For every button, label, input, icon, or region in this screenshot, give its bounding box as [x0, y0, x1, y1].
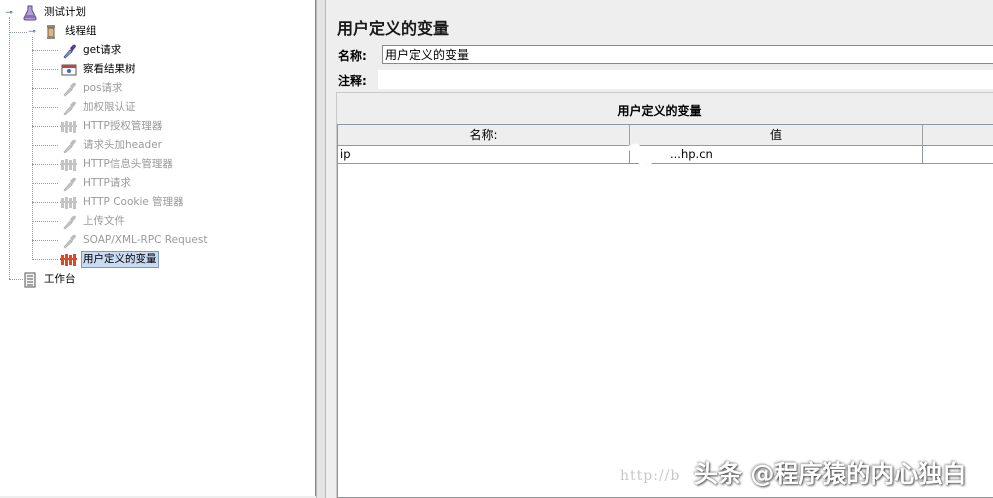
tree-connector	[32, 69, 58, 70]
column-header-description[interactable]	[923, 125, 993, 146]
tree-node-5[interactable]: 请求头加header	[60, 136, 164, 155]
tree-node-10[interactable]: SOAP/XML-RPC Request	[60, 231, 209, 250]
watermark-brand: 头条 @程序猿的内心独白	[694, 460, 967, 488]
tree-connector	[32, 107, 58, 108]
thread-group-icon	[42, 23, 60, 41]
tree-node-label: HTTP信息头管理器	[83, 158, 173, 170]
collapse-toggle-icon[interactable]: ⊸	[5, 9, 13, 18]
redaction-scribble	[626, 143, 668, 187]
tree-connector	[32, 50, 58, 51]
column-header-value[interactable]: 值	[630, 125, 923, 146]
test-plan-icon	[21, 4, 39, 22]
sampler-pipette-icon	[60, 175, 78, 193]
tree-node-label: get请求	[83, 44, 122, 56]
tree-node-label: SOAP/XML-RPC Request	[83, 234, 208, 246]
workbench-icon	[21, 271, 39, 289]
tree-connector	[32, 145, 58, 146]
name-field[interactable]	[382, 45, 993, 64]
comment-field[interactable]	[378, 70, 993, 89]
tree-node-7[interactable]: HTTP请求	[60, 174, 133, 193]
tree-node-label: HTTP Cookie 管理器	[83, 196, 184, 208]
table-cell-value[interactable]: ...hp.cn	[630, 146, 923, 164]
tree-node-label: 请求头加header	[83, 139, 162, 151]
config-element-icon	[60, 156, 78, 174]
tree-connector	[32, 88, 58, 89]
jmeter-window: ⊸ 测试计划 ⊸ 线程组 get请求 察看结果树 pos请求 加权限认证 HTT…	[0, 0, 993, 498]
column-header-name[interactable]: 名称:	[338, 125, 630, 146]
tree-node-4[interactable]: HTTP授权管理器	[60, 117, 164, 136]
page-title: 用户定义的变量	[337, 19, 450, 38]
collapse-toggle-icon[interactable]: ⊸	[28, 28, 36, 37]
tree-connector	[32, 259, 58, 260]
tree-node-workbench[interactable]: 工作台	[21, 270, 78, 289]
tree-node-label: 用户定义的变量	[81, 251, 159, 268]
split-pane-divider[interactable]	[316, 0, 326, 498]
sampler-pipette-icon	[60, 80, 78, 98]
tree-node-0[interactable]: get请求	[60, 41, 123, 60]
tree-node-label: HTTP请求	[83, 177, 131, 189]
tree-node-label: 察看结果树	[83, 63, 136, 75]
element-editor: 用户定义的变量 名称: 注释: 用户定义的变量 名称: 值 ip ...hp.c…	[326, 0, 993, 498]
sampler-pipette-icon	[60, 42, 78, 60]
name-label: 名称:	[338, 49, 367, 63]
tree-node-1[interactable]: 察看结果树	[60, 60, 138, 79]
config-element-icon	[60, 194, 78, 212]
tree-connector	[32, 221, 58, 222]
tree-node-label: HTTP授权管理器	[83, 120, 163, 132]
sampler-pipette-icon	[60, 137, 78, 155]
watermark-url: http://b	[620, 468, 681, 484]
tree-node-label: 测试计划	[44, 6, 86, 18]
tree-node-test-plan[interactable]: 测试计划	[21, 3, 88, 22]
comment-label: 注释:	[338, 74, 367, 88]
tree-node-thread-group[interactable]: 线程组	[42, 22, 99, 41]
config-element-icon	[60, 251, 78, 269]
tree-connector	[32, 164, 58, 165]
test-plan-tree: ⊸ 测试计划 ⊸ 线程组 get请求 察看结果树 pos请求 加权限认证 HTT…	[0, 0, 316, 496]
table-cell-description[interactable]	[923, 146, 993, 164]
tree-node-label: 工作台	[44, 273, 76, 285]
tree-node-2[interactable]: pos请求	[60, 79, 125, 98]
results-tree-icon	[60, 61, 78, 79]
tree-node-label: 加权限认证	[83, 101, 136, 113]
tree-node-label: pos请求	[83, 82, 123, 94]
sampler-pipette-icon	[60, 99, 78, 117]
sampler-pipette-icon	[60, 213, 78, 231]
table-cell-name[interactable]: ip	[338, 146, 630, 164]
tree-connector	[32, 202, 58, 203]
tree-node-label: 线程组	[65, 25, 97, 37]
tree-node-8[interactable]: HTTP Cookie 管理器	[60, 193, 186, 212]
tree-connector	[32, 37, 33, 260]
tree-connector	[32, 240, 58, 241]
tree-connector	[32, 126, 58, 127]
tree-node-6[interactable]: HTTP信息头管理器	[60, 155, 175, 174]
config-element-icon	[60, 118, 78, 136]
tree-node-label: 上传文件	[83, 215, 125, 227]
tree-node-3[interactable]: 加权限认证	[60, 98, 138, 117]
tree-connector	[9, 17, 10, 279]
tree-node-9[interactable]: 上传文件	[60, 212, 127, 231]
table-title: 用户定义的变量	[617, 104, 702, 118]
sampler-pipette-icon	[60, 232, 78, 250]
tree-node-11[interactable]: 用户定义的变量	[60, 250, 159, 269]
tree-connector	[9, 32, 27, 33]
tree-connector	[32, 183, 58, 184]
